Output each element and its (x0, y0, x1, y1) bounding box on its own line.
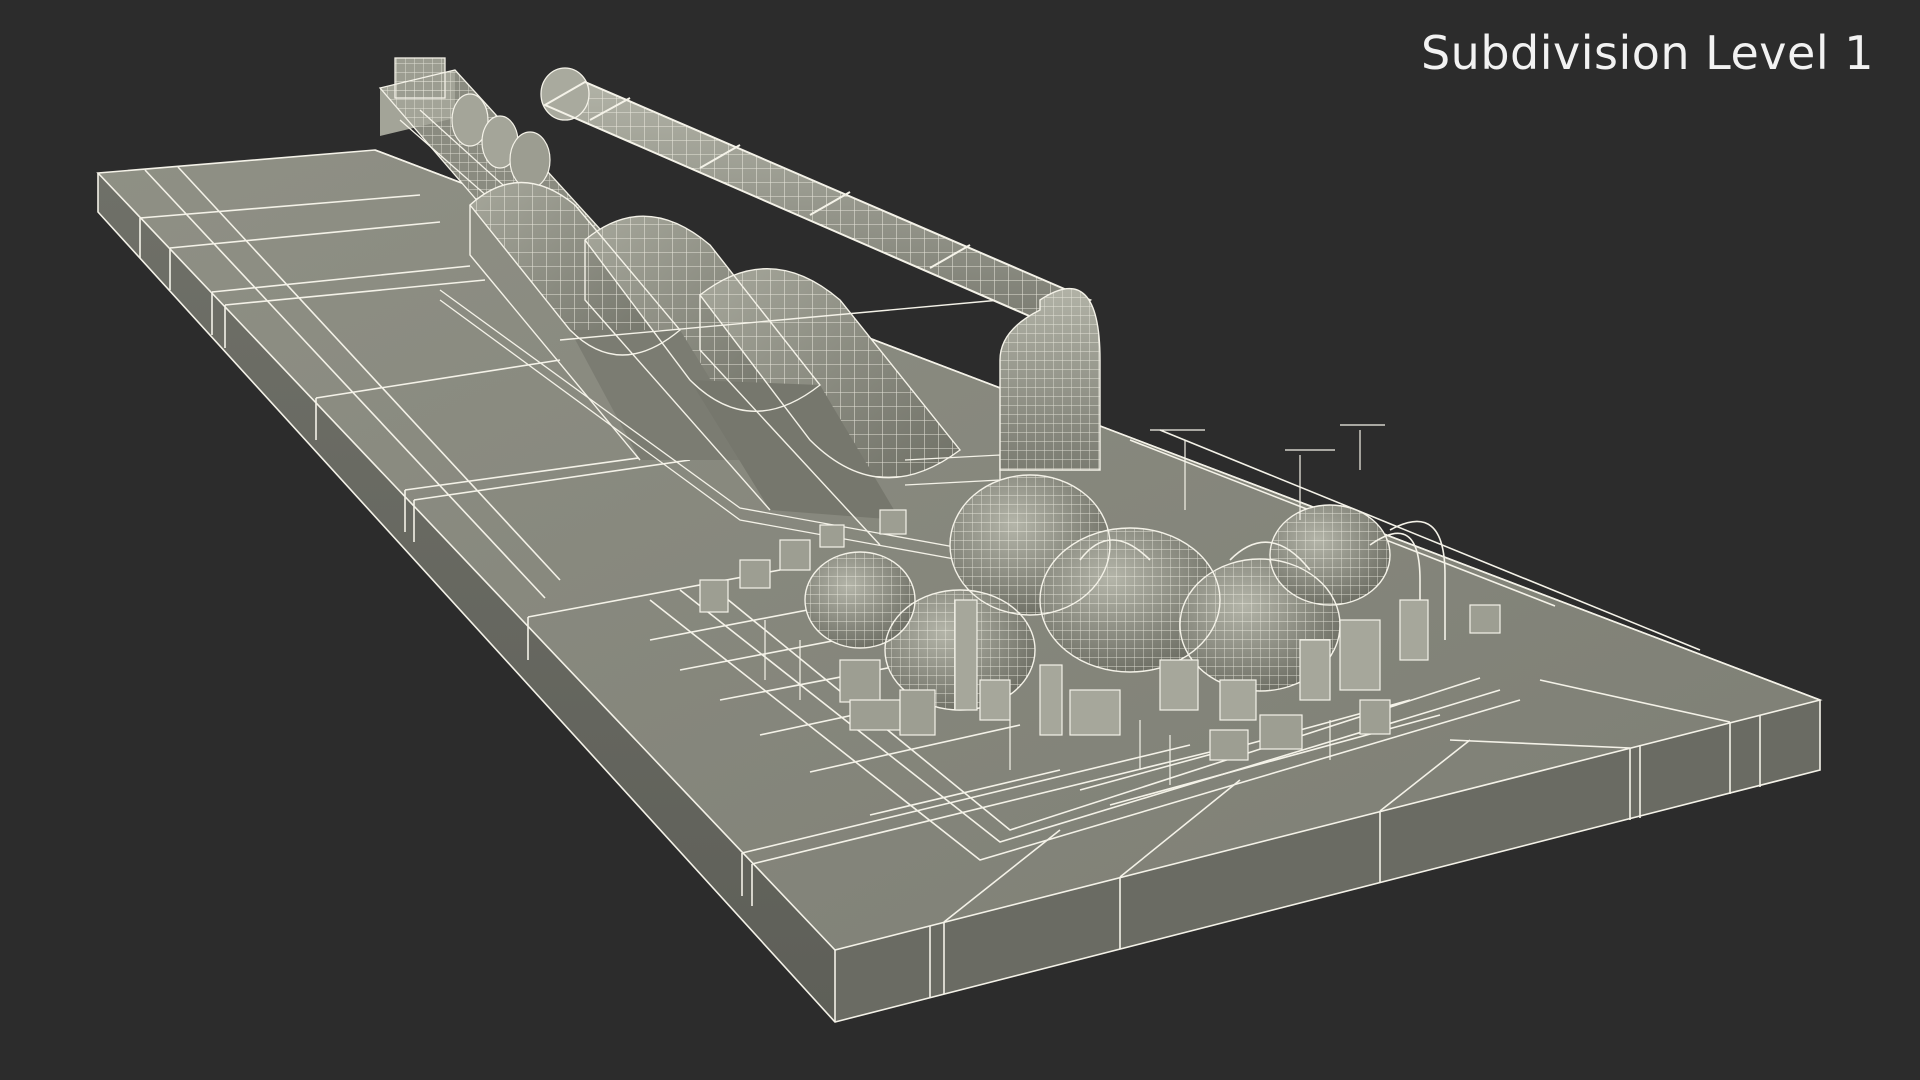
viewport: Subdivision Level 1 (0, 0, 1920, 1080)
model-render (96, 57, 1823, 1023)
